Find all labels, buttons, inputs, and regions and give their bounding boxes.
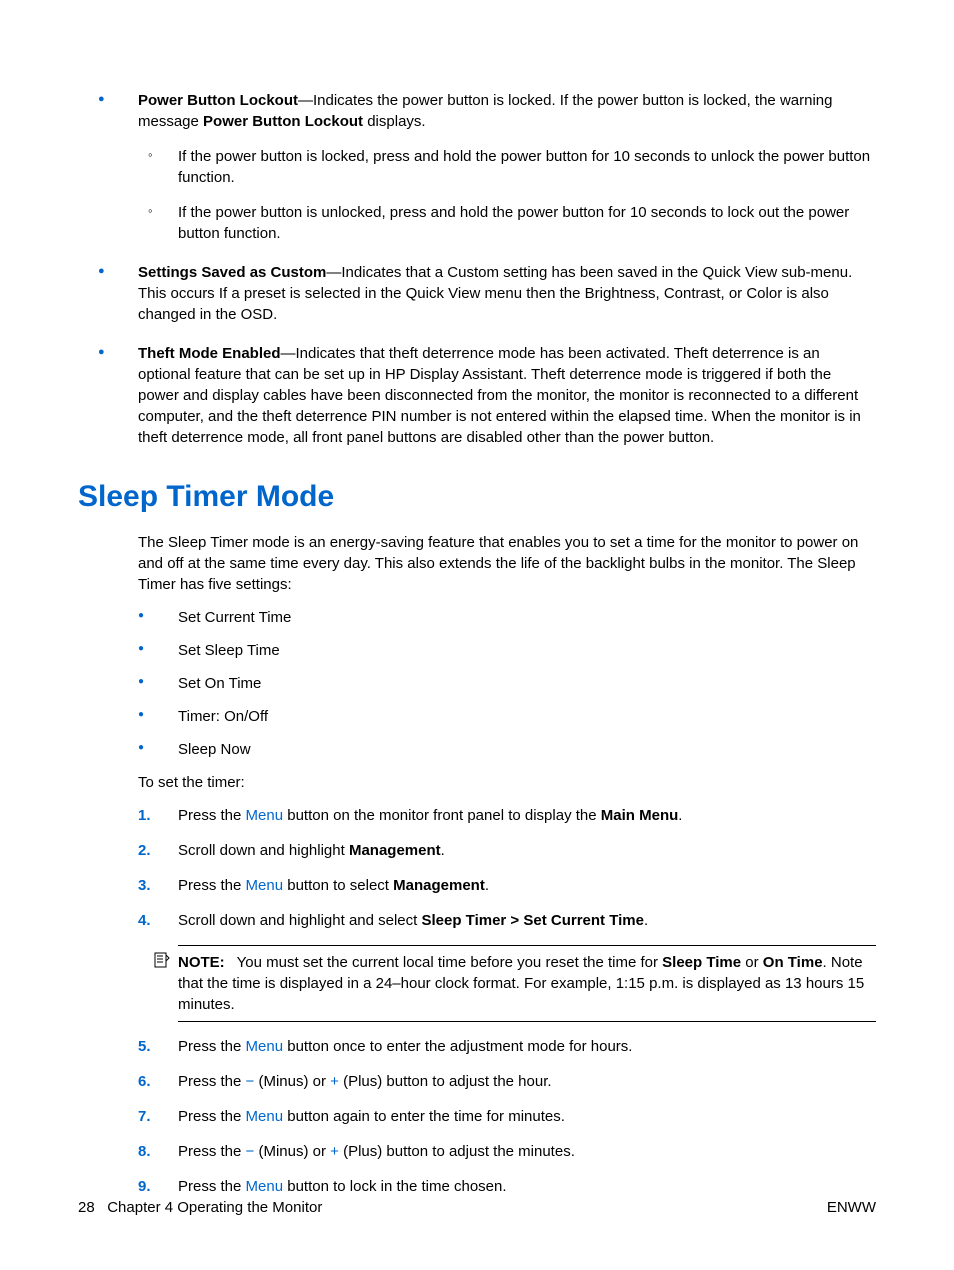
steps-list-continued: 5.Press the Menu button once to enter th… bbox=[138, 1036, 876, 1197]
setting-item: Sleep Now bbox=[178, 739, 876, 760]
menu-button-ref: Menu bbox=[246, 1038, 284, 1055]
minus-button-ref: − bbox=[246, 1073, 255, 1090]
footer-left: 28 Chapter 4 Operating the Monitor bbox=[78, 1197, 322, 1218]
page-number: 28 bbox=[78, 1199, 95, 1216]
step-number: 5. bbox=[138, 1036, 151, 1057]
step: 6.Press the − (Minus) or + (Plus) button… bbox=[138, 1071, 876, 1092]
setting-item: Timer: On/Off bbox=[178, 706, 876, 727]
sleep-intro-paragraph: The Sleep Timer mode is an energy-saving… bbox=[138, 532, 876, 595]
chapter-label: Chapter 4 Operating the Monitor bbox=[107, 1199, 322, 1216]
step-number: 6. bbox=[138, 1071, 151, 1092]
step-number: 8. bbox=[138, 1141, 151, 1162]
step: 9.Press the Menu button to lock in the t… bbox=[138, 1176, 876, 1197]
minus-button-ref: − bbox=[246, 1143, 255, 1160]
step: 5.Press the Menu button once to enter th… bbox=[138, 1036, 876, 1057]
bullet-title: Power Button Lockout bbox=[138, 92, 298, 109]
step-number: 7. bbox=[138, 1106, 151, 1127]
step: 7.Press the Menu button again to enter t… bbox=[138, 1106, 876, 1127]
step-number: 2. bbox=[138, 840, 151, 861]
bullet-title: Theft Mode Enabled bbox=[138, 345, 281, 362]
step-number: 3. bbox=[138, 875, 151, 896]
menu-button-ref: Menu bbox=[246, 877, 284, 894]
section-heading: Sleep Timer Mode bbox=[78, 476, 876, 518]
page-footer: 28 Chapter 4 Operating the Monitor ENWW bbox=[78, 1197, 876, 1218]
step-number: 1. bbox=[138, 805, 151, 826]
note-label: NOTE: bbox=[178, 954, 225, 971]
bullet-theft-mode: Theft Mode Enabled—Indicates that theft … bbox=[138, 343, 876, 448]
footer-right: ENWW bbox=[827, 1197, 876, 1218]
bullet-title: Settings Saved as Custom bbox=[138, 264, 326, 281]
step: 3.Press the Menu button to select Manage… bbox=[138, 875, 876, 896]
steps-list: 1.Press the Menu button on the monitor f… bbox=[138, 805, 876, 931]
note-icon bbox=[154, 952, 170, 968]
bullet-settings-saved: Settings Saved as Custom—Indicates that … bbox=[138, 262, 876, 325]
plus-button-ref: + bbox=[330, 1143, 339, 1160]
sub-bullet: If the power button is locked, press and… bbox=[178, 146, 876, 188]
setting-item: Set Current Time bbox=[178, 607, 876, 628]
step-number: 4. bbox=[138, 910, 151, 931]
setting-item: Set Sleep Time bbox=[178, 640, 876, 661]
menu-button-ref: Menu bbox=[246, 807, 284, 824]
plus-button-ref: + bbox=[330, 1073, 339, 1090]
bullet-power-lockout: Power Button Lockout—Indicates the power… bbox=[138, 90, 876, 244]
sub-bullet: If the power button is unlocked, press a… bbox=[178, 202, 876, 244]
step: 8.Press the − (Minus) or + (Plus) button… bbox=[138, 1141, 876, 1162]
menu-button-ref: Menu bbox=[246, 1178, 284, 1195]
step: 4.Scroll down and highlight and select S… bbox=[138, 910, 876, 931]
main-bullet-list: Power Button Lockout—Indicates the power… bbox=[138, 90, 876, 448]
step: 2.Scroll down and highlight Management. bbox=[138, 840, 876, 861]
note-callout: NOTE:You must set the current local time… bbox=[178, 945, 876, 1022]
to-set-label: To set the timer: bbox=[138, 772, 876, 793]
sub-bullet-list: If the power button is locked, press and… bbox=[178, 146, 876, 244]
setting-item: Set On Time bbox=[178, 673, 876, 694]
step-number: 9. bbox=[138, 1176, 151, 1197]
step: 1.Press the Menu button on the monitor f… bbox=[138, 805, 876, 826]
settings-list: Set Current Time Set Sleep Time Set On T… bbox=[178, 607, 876, 760]
menu-button-ref: Menu bbox=[246, 1108, 284, 1125]
